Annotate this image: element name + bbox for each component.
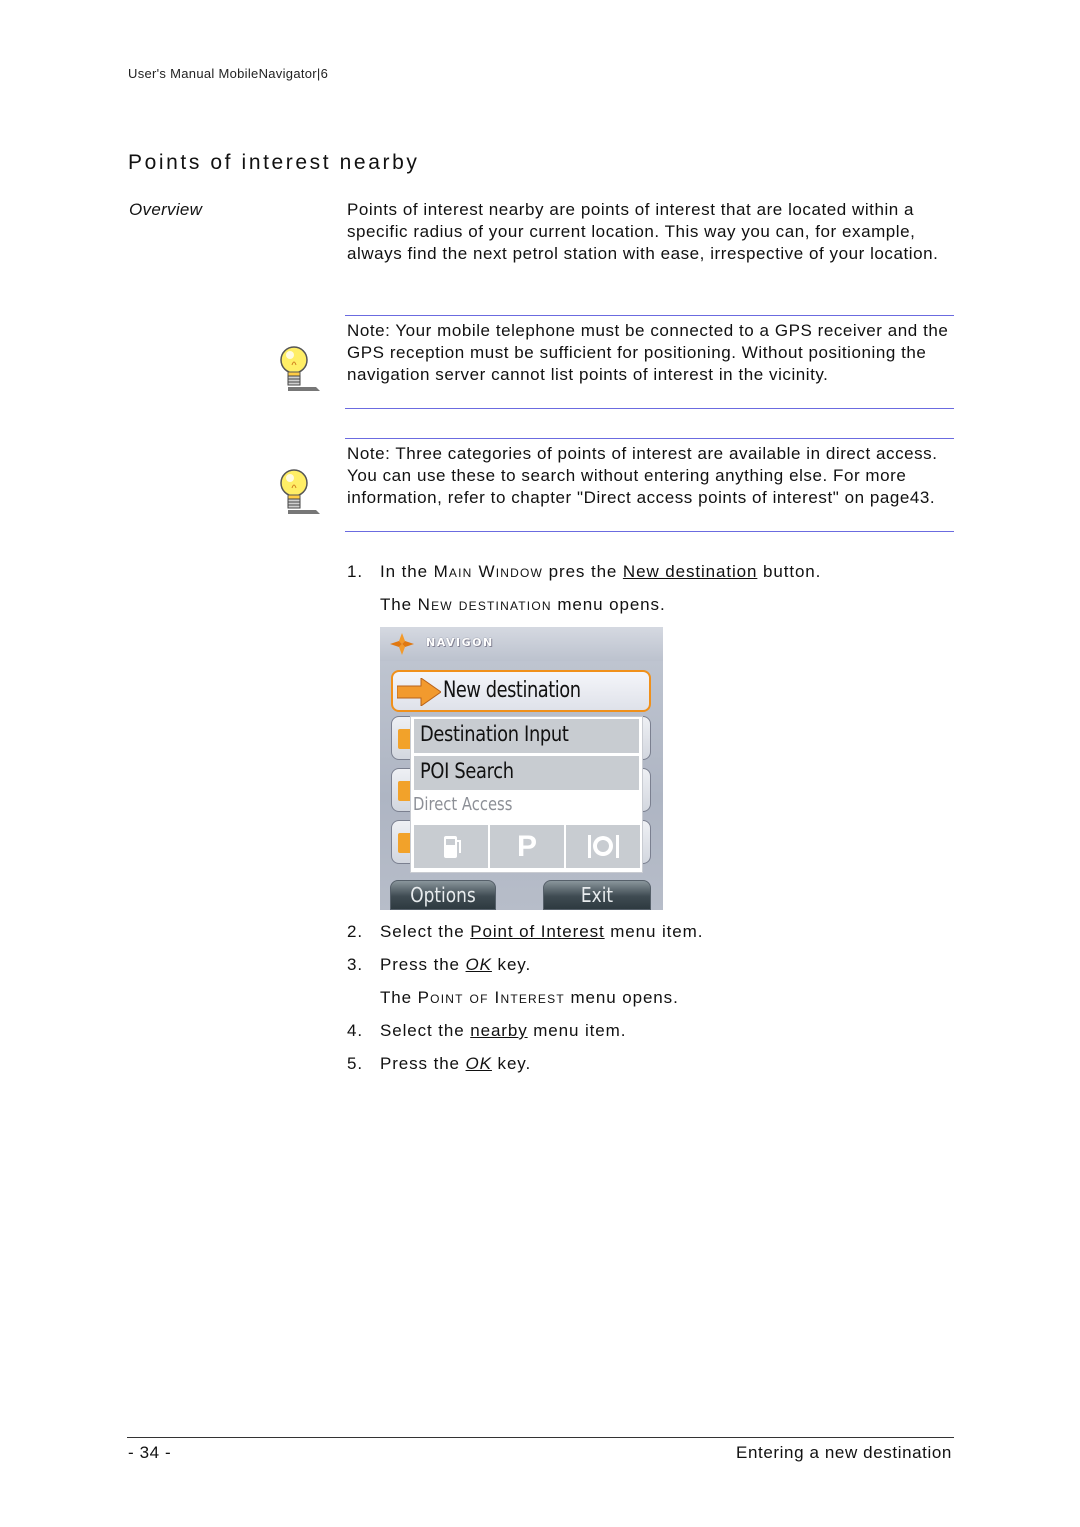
page-number: - 34 - — [128, 1443, 172, 1462]
note-text: Note: Three categories of points of inte… — [347, 444, 938, 507]
step-text: key. — [491, 955, 532, 974]
exit-softkey[interactable]: Exit — [543, 880, 651, 910]
ui-term: Main Window — [433, 562, 544, 581]
side-label-overview: Overview — [129, 200, 203, 219]
ui-reference-ok-key: OK — [465, 1054, 492, 1073]
ui-term: Point of Interest — [417, 988, 565, 1007]
direct-access-label: Direct Access — [413, 794, 513, 815]
ui-reference-nearby: nearby — [470, 1021, 528, 1040]
step-text: Press the — [380, 1054, 466, 1073]
section-title: Points of interest nearby — [128, 151, 420, 174]
step-text: Select the — [380, 1021, 471, 1040]
step-text: button. — [757, 562, 822, 581]
step-text: pres the — [543, 562, 623, 581]
menu-item-poi-search[interactable]: POI Search — [414, 756, 639, 790]
new-destination-button[interactable]: New destination — [391, 670, 651, 712]
softkey-label: Exit — [580, 883, 614, 907]
step-text: menu opens. — [551, 595, 666, 614]
step-1: 1. In the Main Window pres the New destin… — [347, 562, 821, 582]
step-3-result: The Point of Interest menu opens. — [380, 988, 679, 1008]
step-text: menu item. — [604, 922, 704, 941]
restaurant-icon — [588, 835, 619, 858]
arrow-right-icon — [397, 678, 441, 706]
note-text: Note: Your mobile telephone must be conn… — [347, 321, 949, 384]
options-softkey[interactable]: Options — [390, 880, 496, 910]
lightbulb-icon — [280, 346, 320, 391]
ui-reference-new-destination: New destination — [622, 562, 758, 581]
footer-divider — [127, 1437, 954, 1438]
home-icon — [398, 781, 412, 801]
step-number: 3. — [347, 955, 363, 974]
button-label: New destination — [443, 678, 581, 703]
step-text: menu item. — [527, 1021, 627, 1040]
menu-item-label: POI Search — [420, 759, 514, 783]
direct-access-petrol-station[interactable] — [414, 825, 488, 868]
phone-screenshot: NAVIGON New destination Destination Inpu… — [380, 627, 663, 910]
step-5: 5. Press the OK key. — [347, 1054, 531, 1074]
menu-item-label: Destination Input — [420, 722, 569, 746]
step-text: menu opens. — [564, 988, 679, 1007]
step-text: In the — [380, 562, 434, 581]
brand-name: NAVIGON — [426, 636, 494, 649]
step-text: key. — [491, 1054, 532, 1073]
step-2: 2. Select the Point of Interest menu item… — [347, 922, 703, 942]
step-number: 4. — [347, 1021, 363, 1040]
step-4: 4. Select the nearby menu item. — [347, 1021, 626, 1041]
direct-access-parking[interactable]: P — [490, 825, 564, 868]
note-box-gps: Note: Your mobile telephone must be conn… — [345, 315, 954, 409]
overview-paragraph: Points of interest nearby are points of … — [347, 200, 939, 263]
poi-icon — [398, 833, 412, 853]
step-3: 3. Press the OK key. — [347, 955, 531, 975]
direct-access-restaurant[interactable] — [566, 825, 640, 868]
fuel-pump-icon — [444, 836, 461, 858]
chapter-title: Entering a new destination — [736, 1443, 952, 1462]
parking-icon: P — [516, 829, 537, 863]
step-text: The — [380, 988, 418, 1007]
step-number: 5. — [347, 1054, 363, 1073]
ui-reference-point-of-interest: Point of Interest — [470, 922, 605, 941]
ui-term: New destination — [417, 595, 552, 614]
ui-reference-ok-key: OK — [465, 955, 492, 974]
menu-item-destination-input[interactable]: Destination Input — [414, 719, 639, 753]
softkey-label: Options — [410, 883, 476, 907]
navigon-logo-icon — [390, 633, 414, 655]
step-text: Press the — [380, 955, 466, 974]
lightbulb-icon — [280, 469, 320, 514]
step-1-result: The New destination menu opens. — [380, 595, 666, 615]
note-box-direct-access: Note: Three categories of points of inte… — [345, 438, 954, 532]
folder-icon — [398, 729, 412, 749]
step-number: 1. — [347, 562, 363, 581]
brand-bar: NAVIGON — [380, 627, 663, 661]
step-text: Select the — [380, 922, 471, 941]
running-header: User's Manual MobileNavigator|6 — [128, 66, 329, 81]
step-text: The — [380, 595, 418, 614]
step-number: 2. — [347, 922, 363, 941]
new-destination-popup-menu: Destination Input POI Search Direct Acce… — [411, 717, 642, 872]
